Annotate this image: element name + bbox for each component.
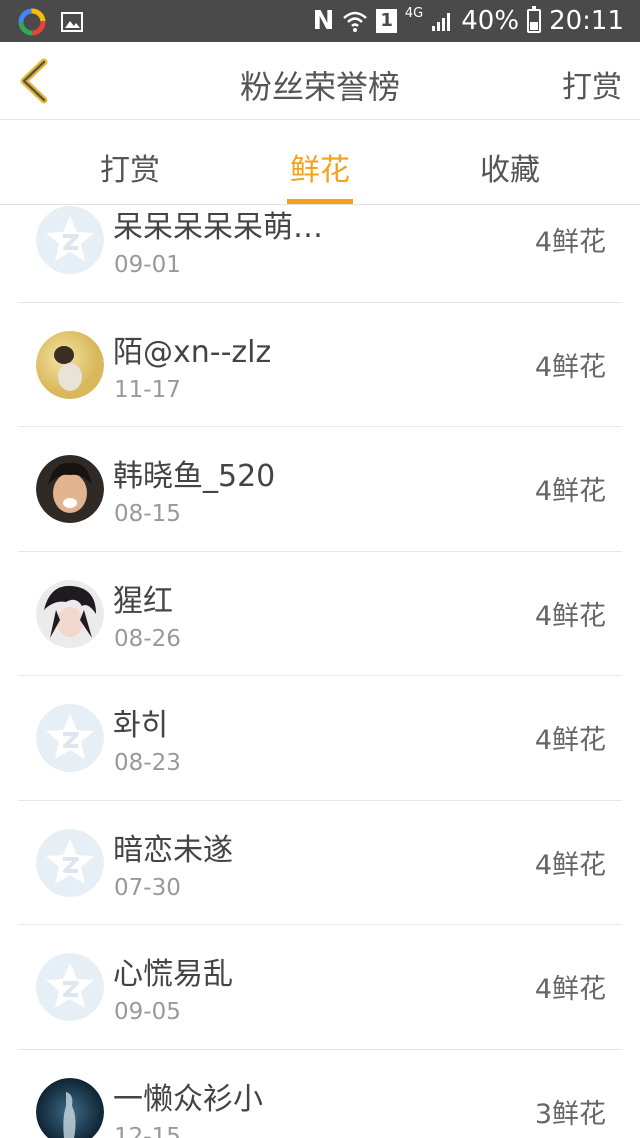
fan-name: 韩晓鱼_520 (113, 459, 276, 494)
flower-count: 4鲜花 (534, 725, 606, 756)
flower-count: 4鲜花 (534, 227, 606, 258)
wifi-icon (343, 11, 368, 32)
avatar[interactable] (36, 828, 104, 897)
fan-date: 12-15 (114, 1123, 181, 1138)
fan-date: 08-23 (114, 750, 181, 776)
fan-name: 心慌易乱 (113, 957, 233, 992)
avatar[interactable] (36, 704, 104, 772)
app-notification-icon (18, 8, 46, 36)
fan-name: 暗恋未遂 (113, 832, 233, 868)
flower-count: 4鲜花 (534, 600, 606, 632)
fan-date: 07-30 (114, 874, 181, 901)
signal-icon (432, 13, 451, 31)
clock: 20:11 (549, 6, 624, 36)
tab-favorites[interactable]: 收藏 (450, 145, 570, 189)
flower-count: 4鲜花 (534, 351, 606, 383)
list-item[interactable]: 韩晓鱼_520 08-15 4鲜花 (18, 427, 622, 552)
list-item[interactable]: 陌@xn--zlz 11-17 4鲜花 (18, 303, 622, 427)
avatar[interactable] (36, 455, 104, 523)
active-tab-indicator (287, 199, 353, 204)
system-status: N 1 4G 40% 20:11 (313, 0, 624, 42)
list-item[interactable]: 心慌易乱 09-05 4鲜花 (18, 925, 622, 1050)
list-item[interactable]: 呆呆呆呆呆萌… 09-01 4鲜花 (18, 205, 622, 303)
tab-bar: 打赏 鲜花 收藏 (0, 121, 640, 205)
list-item[interactable]: 화히 08-23 4鲜花 (18, 676, 622, 801)
list-item[interactable]: 暗恋未遂 07-30 4鲜花 (18, 801, 622, 925)
flower-count: 3鲜花 (534, 1098, 606, 1130)
fan-date: 09-01 (114, 252, 181, 278)
network-type: 4G (404, 5, 424, 21)
page-title: 粉丝荣誉榜 (239, 68, 400, 106)
list-item[interactable]: 猩红 08-26 4鲜花 (18, 552, 622, 676)
notification-icons (18, 8, 84, 36)
fan-date: 11-17 (114, 376, 181, 403)
fan-name: 猩红 (113, 583, 173, 619)
battery-percent: 40% (461, 6, 520, 36)
tab-tip[interactable]: 打赏 (70, 145, 190, 189)
status-bar: N 1 4G 40% 20:11 (0, 0, 640, 42)
image-notification-icon (61, 12, 83, 32)
avatar[interactable] (36, 579, 104, 648)
fan-date: 08-26 (114, 625, 181, 652)
fan-date: 09-05 (114, 999, 181, 1025)
app-header: 粉丝荣誉榜 打赏 (0, 42, 640, 120)
fan-name: 陌@xn--zlz (113, 334, 272, 370)
list-item[interactable]: 一懒众衫小 12-15 3鲜花 (18, 1050, 622, 1138)
avatar[interactable] (36, 330, 104, 399)
sim-indicator: 1 (376, 9, 397, 33)
fan-name: 呆呆呆呆呆萌… (113, 210, 323, 245)
fan-date: 08-15 (114, 501, 181, 527)
flower-count: 4鲜花 (534, 849, 606, 881)
flower-count: 4鲜花 (534, 974, 606, 1005)
tab-flowers[interactable]: 鲜花 (260, 145, 380, 189)
fan-list[interactable]: 呆呆呆呆呆萌… 09-01 4鲜花 陌@xn--zlz 11-17 4鲜花 韩晓鱼_520 0… (0, 205, 640, 1138)
avatar[interactable] (36, 206, 104, 274)
fan-name: 一懒众衫小 (113, 1081, 263, 1117)
nfc-icon: N (312, 6, 335, 36)
avatar[interactable] (36, 953, 104, 1021)
fan-name: 화히 (113, 708, 169, 743)
tip-button[interactable]: 打赏 (562, 62, 622, 106)
flower-count: 4鲜花 (534, 476, 606, 507)
avatar[interactable] (36, 1077, 104, 1138)
battery-icon (527, 6, 542, 33)
